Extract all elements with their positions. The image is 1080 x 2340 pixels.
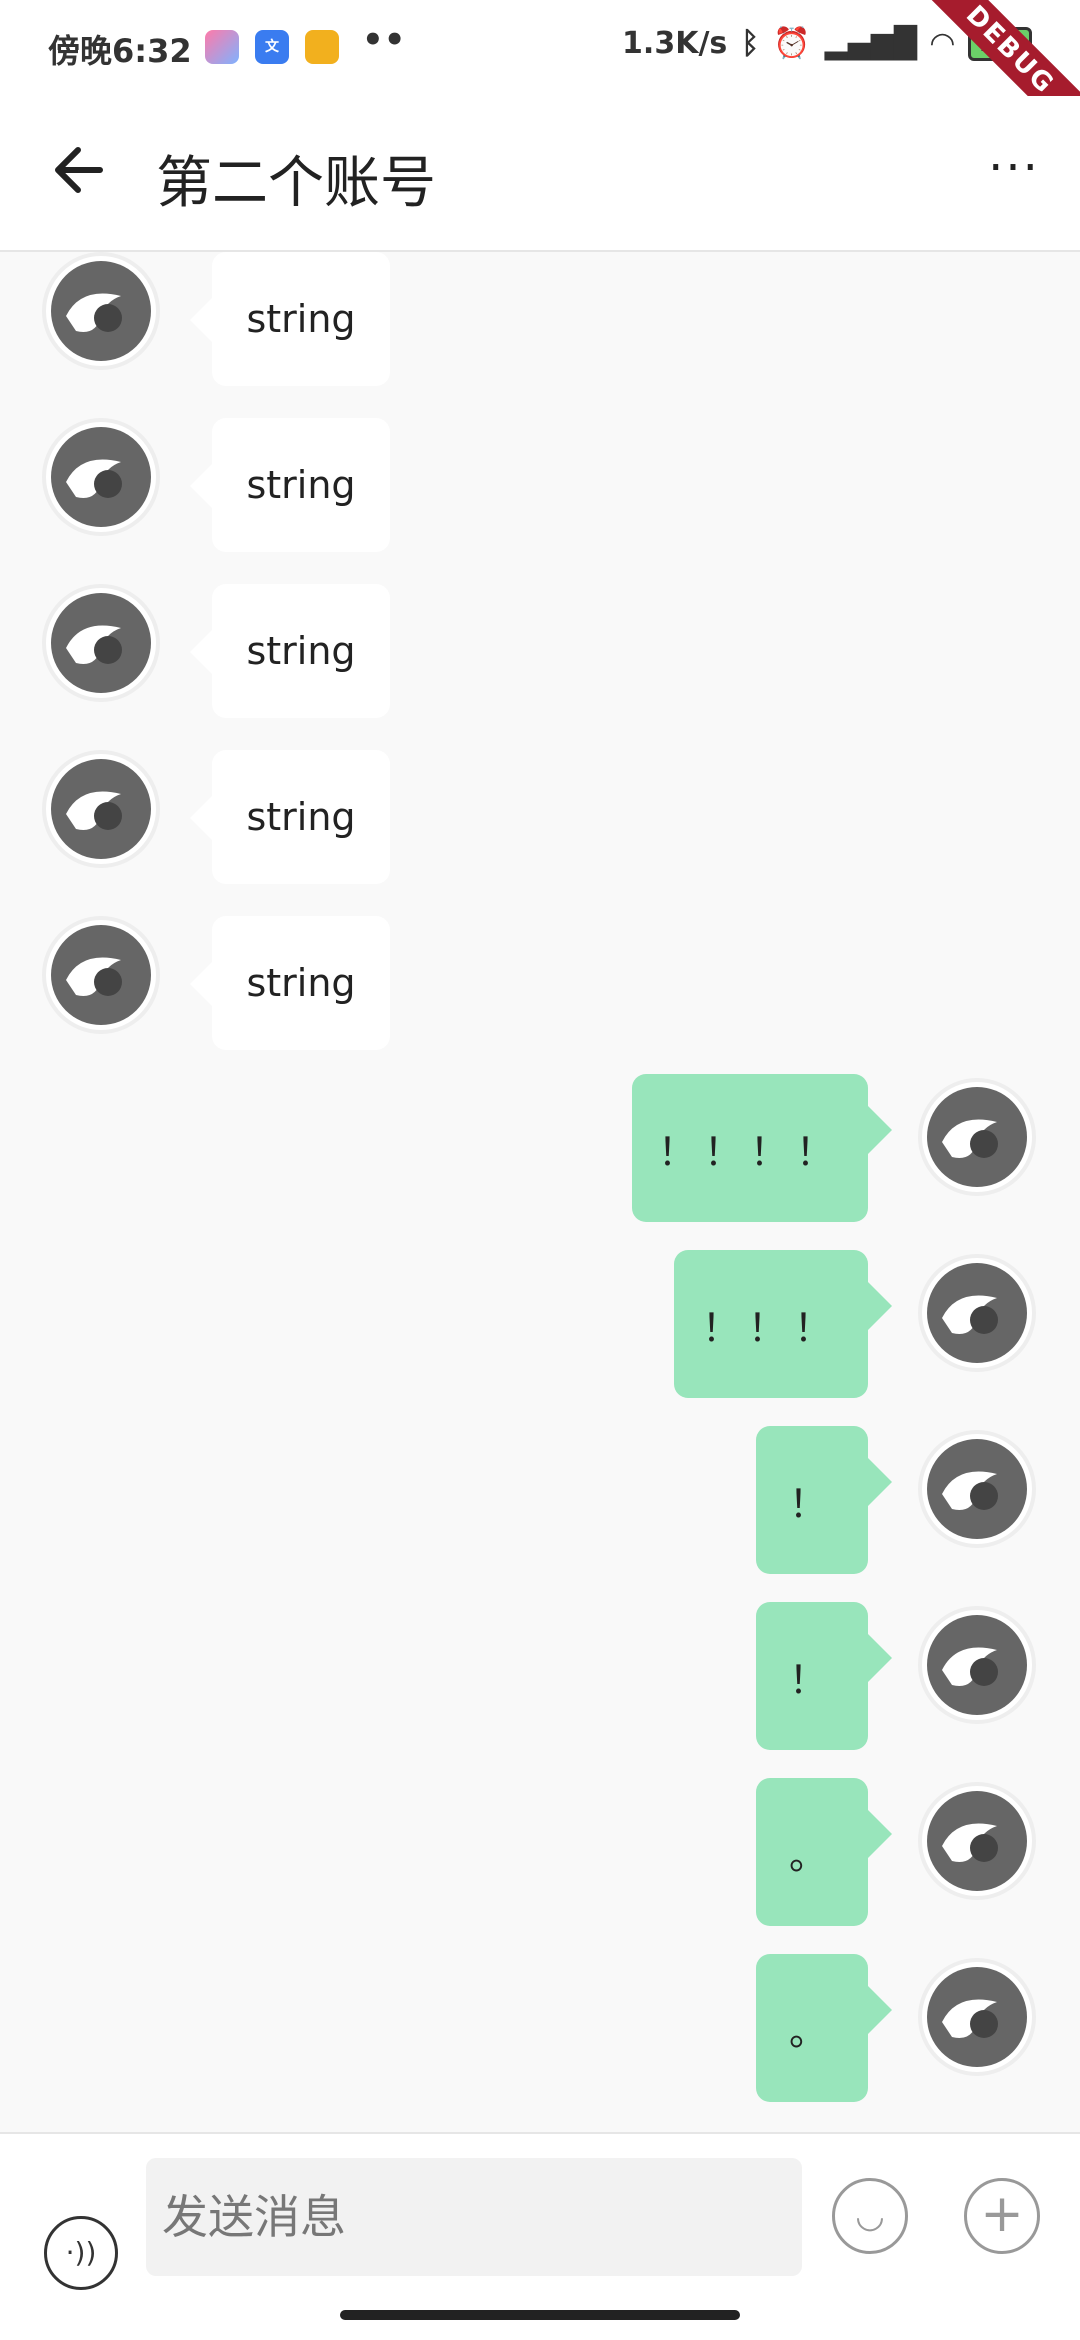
- back-button[interactable]: [42, 134, 114, 206]
- avatar[interactable]: [922, 1610, 1032, 1720]
- user-avatar-icon: [51, 925, 151, 1025]
- user-avatar-icon: [51, 427, 151, 527]
- message-text: string: [246, 463, 356, 507]
- plus-icon: +: [980, 2184, 1024, 2244]
- voice-input-button[interactable]: ·)): [44, 2216, 118, 2290]
- alarm-icon: ⏰: [773, 26, 811, 61]
- home-indicator[interactable]: [340, 2310, 740, 2320]
- arrow-left-icon: [55, 147, 103, 193]
- message-text: 。: [788, 1833, 835, 1878]
- avatar[interactable]: [46, 256, 156, 366]
- bluetooth-icon: ᛒ: [741, 26, 760, 61]
- status-bar: 傍晚6:32 文 •• 1.3K/s ᛒ ⏰ ▂▄▆█ ◠ 100 DEBUG: [0, 0, 1080, 157]
- message-text: ！: [788, 1657, 835, 1702]
- message-input[interactable]: [146, 2158, 802, 2276]
- message-text: ！: [788, 1481, 835, 1526]
- user-avatar-icon: [51, 759, 151, 859]
- outgoing-message-bubble[interactable]: ！！！: [674, 1250, 892, 1398]
- incoming-message-bubble[interactable]: string: [190, 750, 390, 884]
- smiley-icon: ◡: [855, 2196, 885, 2236]
- message-text: string: [246, 795, 356, 839]
- user-avatar-icon: [927, 1439, 1027, 1539]
- outgoing-message-bubble[interactable]: ！！！！: [632, 1074, 892, 1222]
- voice-icon: ·)): [65, 2236, 97, 2269]
- incoming-message-bubble[interactable]: string: [190, 916, 390, 1050]
- user-avatar-icon: [51, 261, 151, 361]
- mail-icon: [305, 30, 339, 64]
- more-actions-button[interactable]: +: [964, 2178, 1040, 2254]
- page-title: 第二个账号: [156, 151, 436, 216]
- game-icon: [205, 30, 239, 64]
- user-avatar-icon: [927, 1791, 1027, 1891]
- incoming-message-bubble[interactable]: string: [190, 418, 390, 552]
- user-avatar-icon: [927, 1615, 1027, 1715]
- avatar[interactable]: [46, 754, 156, 864]
- outgoing-message-bubble[interactable]: ！: [756, 1602, 892, 1750]
- outgoing-message-bubble[interactable]: ！: [756, 1426, 892, 1574]
- outgoing-message-bubble[interactable]: 。: [756, 1778, 892, 1926]
- message-text: 。: [788, 2009, 835, 2054]
- user-avatar-icon: [51, 593, 151, 693]
- avatar[interactable]: [922, 1258, 1032, 1368]
- input-bar: ·)) ◡ +: [0, 2132, 1080, 2340]
- message-text: string: [246, 629, 356, 673]
- avatar[interactable]: [46, 422, 156, 532]
- avatar[interactable]: [922, 1434, 1032, 1544]
- incoming-message-bubble[interactable]: string: [190, 584, 390, 718]
- avatar[interactable]: [46, 588, 156, 698]
- wifi-icon: ◠: [930, 26, 954, 61]
- message-text: ！！！！: [657, 1129, 842, 1174]
- translate-icon: 文: [255, 30, 289, 64]
- avatar[interactable]: [922, 1082, 1032, 1192]
- more-notifications-icon: ••: [362, 20, 406, 60]
- message-list[interactable]: string string string string string ！！！！ …: [0, 252, 1080, 2132]
- user-avatar-icon: [927, 1263, 1027, 1363]
- more-options-button[interactable]: ···: [978, 138, 1050, 210]
- chat-screen: 傍晚6:32 文 •• 1.3K/s ᛒ ⏰ ▂▄▆█ ◠ 100 DEBUG …: [0, 0, 1080, 2340]
- incoming-message-bubble[interactable]: string: [190, 252, 390, 386]
- message-text: string: [246, 961, 356, 1005]
- app-bar: 第二个账号 ···: [0, 96, 1080, 252]
- user-avatar-icon: [927, 1087, 1027, 1187]
- avatar[interactable]: [922, 1962, 1032, 2072]
- outgoing-message-bubble[interactable]: 。: [756, 1954, 892, 2102]
- network-speed: 1.3K/s: [622, 26, 728, 61]
- emoji-button[interactable]: ◡: [832, 2178, 908, 2254]
- status-time: 傍晚6:32: [48, 32, 192, 70]
- avatar[interactable]: [46, 920, 156, 1030]
- signal-icon: ▂▄▆█: [824, 26, 917, 61]
- user-avatar-icon: [927, 1967, 1027, 2067]
- message-text: ！！！: [701, 1305, 840, 1350]
- message-text: string: [246, 297, 356, 341]
- avatar[interactable]: [922, 1786, 1032, 1896]
